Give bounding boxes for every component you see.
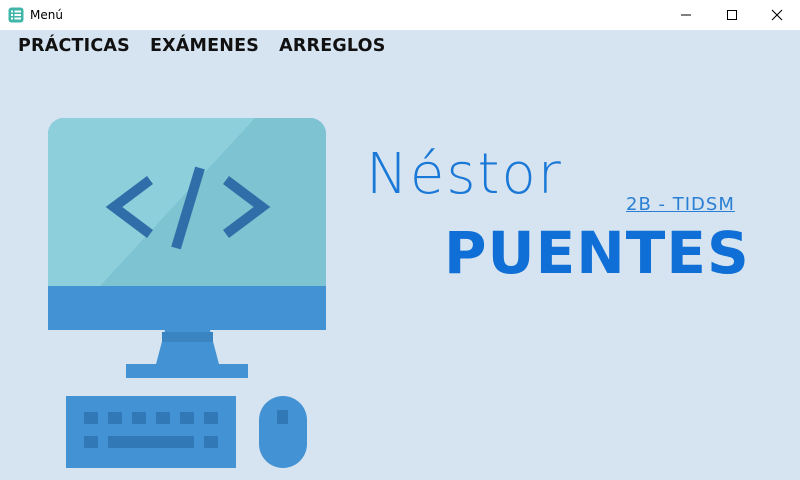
window-title: Menú xyxy=(30,8,63,22)
monitor-stand xyxy=(126,330,248,378)
first-name: Néstor xyxy=(366,142,563,207)
title-bar: Menú xyxy=(0,0,800,30)
maximize-button[interactable] xyxy=(709,0,755,30)
group-link[interactable]: 2B - TIDSM xyxy=(626,194,735,215)
keyboard xyxy=(66,396,236,468)
close-button[interactable] xyxy=(754,0,800,30)
minimize-button[interactable] xyxy=(663,0,709,30)
client-area: PRÁCTICAS EXÁMENES ARREGLOS Néstor 2B - … xyxy=(0,30,800,480)
mouse xyxy=(259,396,307,468)
close-icon xyxy=(771,9,783,21)
app-icon xyxy=(8,7,24,23)
maximize-icon xyxy=(727,10,737,20)
last-name: PUENTES xyxy=(444,219,750,287)
minimize-icon xyxy=(681,14,691,16)
